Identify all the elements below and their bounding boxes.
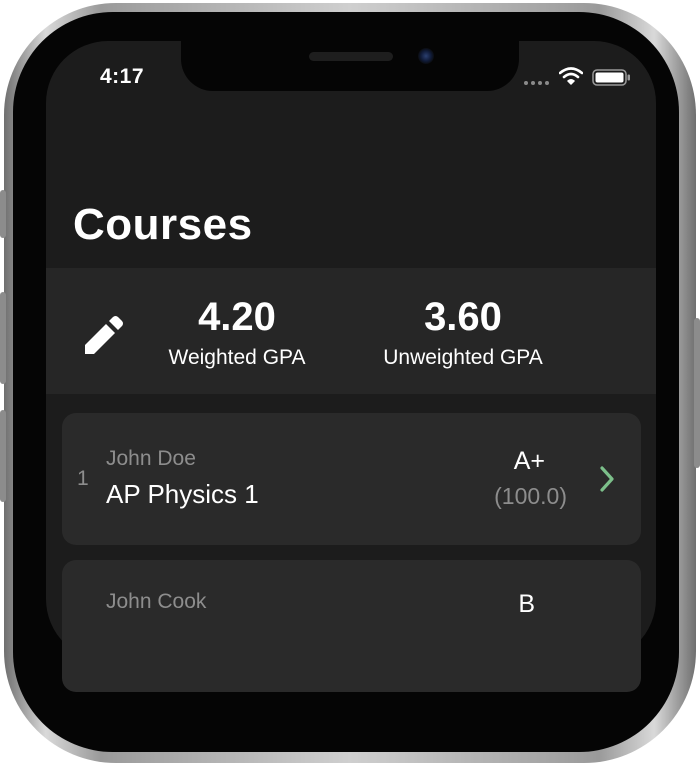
notch [181, 41, 519, 91]
chevron-right-icon[interactable] [599, 465, 615, 493]
course-teacher: John Doe [106, 447, 196, 470]
unweighted-gpa-value: 3.60 [424, 295, 502, 339]
pencil-icon[interactable] [81, 312, 127, 358]
mute-switch [0, 190, 6, 238]
course-card[interactable]: 1 John Doe AP Physics 1 A+ (100.0) [62, 413, 641, 545]
course-index: 1 [77, 467, 89, 490]
gpa-summary-panel [46, 268, 656, 394]
speaker-grille [309, 52, 393, 61]
battery-icon [592, 69, 630, 86]
volume-up-button [0, 292, 6, 384]
course-name: AP Physics 1 [106, 479, 259, 509]
course-score: (100.0) [494, 483, 567, 509]
power-button [694, 318, 700, 468]
status-time: 4:17 [100, 65, 145, 88]
course-card[interactable]: John Cook B [62, 560, 641, 692]
weighted-gpa-value: 4.20 [198, 295, 276, 339]
unweighted-gpa: 3.60 Unweighted GPA [372, 294, 554, 370]
weighted-gpa: 4.20 Weighted GPA [158, 294, 316, 370]
front-camera [418, 48, 434, 64]
wifi-icon [559, 67, 583, 85]
course-grade: A+ [513, 447, 545, 475]
weighted-gpa-label: Weighted GPA [168, 346, 306, 369]
volume-down-button [0, 410, 6, 502]
page-title: Courses [73, 200, 253, 249]
course-teacher: John Cook [106, 590, 207, 613]
signal-dots-icon [524, 81, 549, 85]
course-grade: B [518, 590, 535, 618]
unweighted-gpa-label: Unweighted GPA [383, 346, 543, 369]
